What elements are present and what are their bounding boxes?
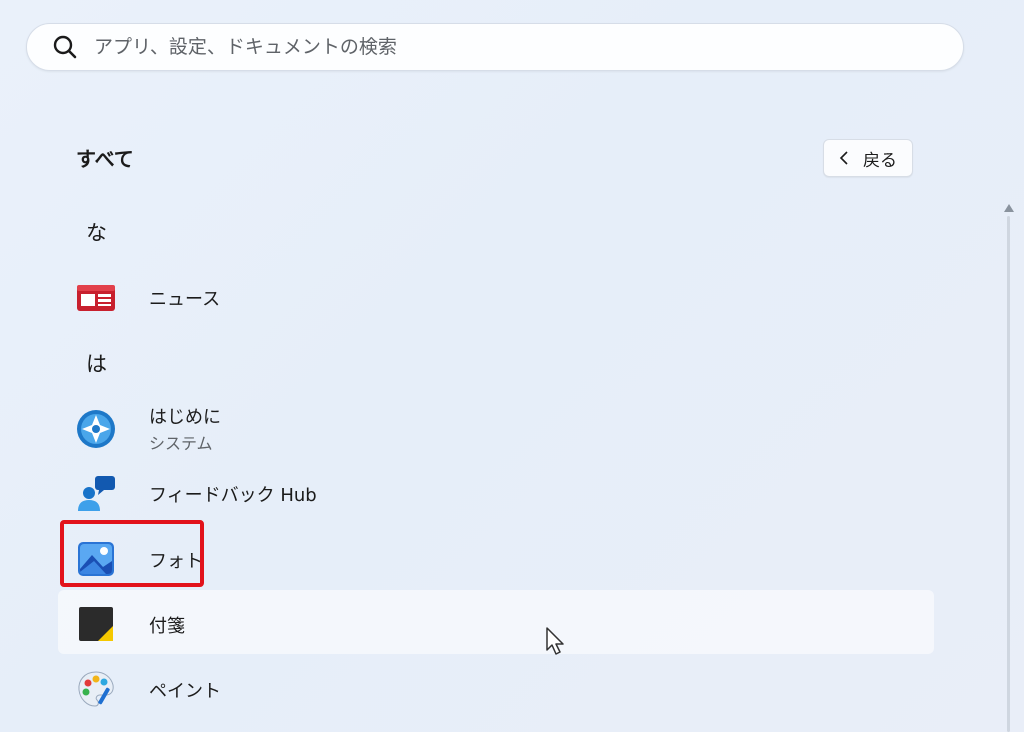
- app-name: 付箋: [149, 616, 185, 637]
- group-letter-ha[interactable]: は: [86, 348, 107, 378]
- scrollbar[interactable]: [1007, 216, 1010, 732]
- back-button[interactable]: 戻る: [823, 139, 913, 177]
- page-title: すべて: [76, 147, 134, 171]
- back-button-label: 戻る: [863, 150, 897, 171]
- search-input[interactable]: [92, 35, 963, 59]
- app-item-get-started[interactable]: はじめに システム: [58, 395, 934, 459]
- highlight-box: [60, 520, 204, 587]
- app-item-news[interactable]: ニュース: [58, 263, 934, 327]
- app-subtitle: システム: [149, 434, 213, 453]
- search-box[interactable]: [26, 23, 964, 71]
- app-item-feedback-hub[interactable]: フィードバック Hub: [58, 459, 934, 523]
- app-name: ペイント: [149, 681, 221, 702]
- app-name: ニュース: [149, 289, 221, 310]
- get-started-icon: [77, 410, 115, 448]
- chevron-left-icon: [839, 151, 848, 165]
- app-item-sticky-notes[interactable]: 付箋: [58, 590, 934, 654]
- app-name: はじめに: [149, 407, 221, 428]
- scroll-up-arrow-icon[interactable]: [1003, 202, 1015, 214]
- news-icon: [77, 285, 115, 311]
- paint-icon: [78, 671, 114, 707]
- app-name: フィードバック Hub: [149, 485, 317, 506]
- sticky-notes-icon: [79, 607, 113, 641]
- search-icon: [53, 35, 77, 59]
- group-letter-na[interactable]: な: [86, 217, 107, 247]
- mouse-cursor-icon: [546, 627, 564, 655]
- feedback-hub-icon: [78, 476, 115, 511]
- app-item-paint[interactable]: ペイント: [58, 655, 934, 719]
